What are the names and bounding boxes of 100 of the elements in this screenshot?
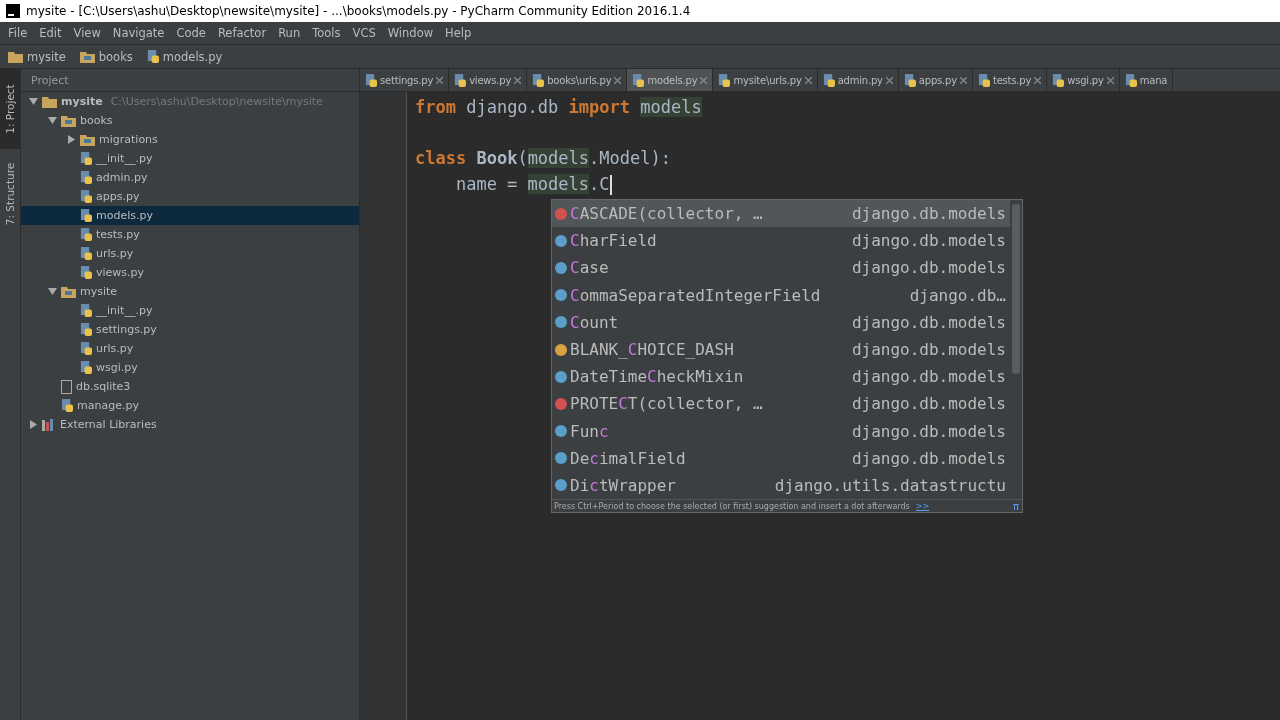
python-file-icon [80,152,92,165]
menu-item[interactable]: Edit [33,26,68,40]
tree-item[interactable]: apps.py [21,187,359,206]
completion-item[interactable]: PROTECT(collector, … django.db.models [552,390,1010,418]
menu-item[interactable]: View [67,26,107,40]
close-icon[interactable] [1106,76,1114,84]
side-tab[interactable]: 1: Project [0,69,20,149]
editor-tab[interactable]: admin.py [817,69,899,91]
scrollbar-thumb[interactable] [1012,204,1020,374]
class-icon [555,425,567,438]
python-file-icon [80,247,92,260]
menu-item[interactable]: Code [170,26,212,40]
tree-item[interactable]: views.py [21,263,359,282]
close-icon[interactable] [885,76,893,84]
package-folder-icon [80,133,95,146]
side-tab[interactable]: 7: Structure [0,149,20,239]
tree-item[interactable]: __init__.py [21,301,359,320]
tree-item[interactable]: __init__.py [21,149,359,168]
code-line: from django.db import models [415,96,702,119]
menu-item[interactable]: VCS [346,26,382,40]
pi-link[interactable]: π [1012,500,1022,512]
package-folder-icon [61,114,76,127]
tree-item[interactable]: wsgi.py [21,358,359,377]
close-icon[interactable] [700,76,708,84]
tree-item[interactable]: settings.py [21,320,359,339]
completion-item[interactable]: CASCADE(collector, … django.db.models [552,200,1010,228]
python-file-icon [61,399,73,412]
class-icon [555,479,567,492]
expanded-arrow-icon[interactable] [48,116,57,125]
completion-item[interactable]: DictWrapper django.utils.datastructu [552,471,1010,500]
package-folder-icon [79,50,95,63]
python-file-icon [532,73,545,87]
tree-item[interactable]: mysite C:\Users\ashu\Desktop\newsite\mysite [21,92,359,111]
menu-item[interactable]: Refactor [211,26,273,40]
collapsed-arrow-icon[interactable] [29,420,38,429]
close-icon[interactable] [514,76,522,84]
collapsed-arrow-icon[interactable] [67,135,76,144]
menu-item[interactable]: Run [272,26,307,40]
editor-tab[interactable]: tests.py [972,69,1048,91]
menu-item[interactable]: File [2,26,34,40]
completion-item[interactable]: DecimalField django.db.models [552,444,1010,472]
editor-tab[interactable]: views.py [449,69,528,91]
tree-item[interactable]: books [21,111,359,130]
editor-tab[interactable]: mana [1119,69,1174,91]
breadcrumb[interactable]: books [79,49,143,64]
python-file-icon [1052,73,1065,87]
python-file-icon [146,50,159,63]
completion-item[interactable]: Func django.db.models [552,417,1010,445]
class-icon [555,370,567,383]
panel-title[interactable]: Project [31,73,69,87]
editor-tab[interactable]: settings.py [360,69,450,91]
tree-item[interactable]: External Libraries [21,415,359,434]
hint-text: Press Ctrl+Period to choose the selected (or first) suggestion and insert a dot afterwards [554,501,910,511]
tree-item[interactable]: admin.py [21,168,359,187]
menu-item[interactable]: Tools [306,26,347,40]
hint-link[interactable]: >> [915,501,930,511]
tree-item[interactable]: db.sqlite3 [21,377,359,396]
app-logo-icon [6,4,20,18]
breadcrumb[interactable]: models.py [146,49,233,64]
tree-item[interactable]: tests.py [21,225,359,244]
python-file-icon [80,361,92,374]
class-icon [555,452,567,465]
function-icon [555,207,567,220]
close-icon[interactable] [1034,76,1042,84]
menu-item[interactable]: Help [439,26,478,40]
close-icon[interactable] [804,76,812,84]
completion-item[interactable]: CommaSeparatedIntegerField django.db… [552,281,1010,309]
tree-item[interactable]: manage.py [21,396,359,415]
library-icon [42,418,56,431]
completion-item[interactable]: Case django.db.models [552,254,1010,282]
close-icon[interactable] [959,76,967,84]
project-path: C:\Users\ashu\Desktop\newsite\mysite [110,95,323,108]
editor-tab[interactable]: models.py [627,69,714,91]
completion-item[interactable]: BLANK_CHOICE_DASH django.db.models [552,335,1010,364]
tree-item[interactable]: migrations [21,130,359,149]
expanded-arrow-icon[interactable] [48,287,57,296]
python-file-icon [80,323,92,336]
code-line: name = models.C [454,172,613,197]
editor-tab[interactable]: mysite\urls.py [713,69,818,91]
completion-item[interactable]: Count django.db.models [552,308,1010,336]
breadcrumb[interactable]: mysite [8,49,76,64]
close-icon[interactable] [436,76,444,84]
close-icon[interactable] [614,76,622,84]
python-file-icon [80,266,92,279]
tree-item[interactable]: urls.py [21,339,359,358]
tree-item[interactable]: urls.py [21,244,359,263]
tree-item[interactable]: mysite [21,282,359,301]
class-icon [555,234,567,247]
tree-item[interactable]: models.py [21,206,359,225]
python-file-icon [80,304,92,317]
code-line: class Book(models.Model): [415,147,672,170]
expanded-arrow-icon[interactable] [29,97,38,106]
folder-icon [42,95,57,108]
editor-tab[interactable]: wsgi.py [1047,69,1120,91]
completion-item[interactable]: CharField django.db.models [552,227,1010,255]
menu-item[interactable]: Window [381,26,440,40]
menu-item[interactable]: Navigate [106,26,171,40]
completion-item[interactable]: DateTimeCheckMixin django.db.models [552,363,1010,391]
editor-tab[interactable]: apps.py [898,69,973,91]
variable-icon [555,343,567,356]
